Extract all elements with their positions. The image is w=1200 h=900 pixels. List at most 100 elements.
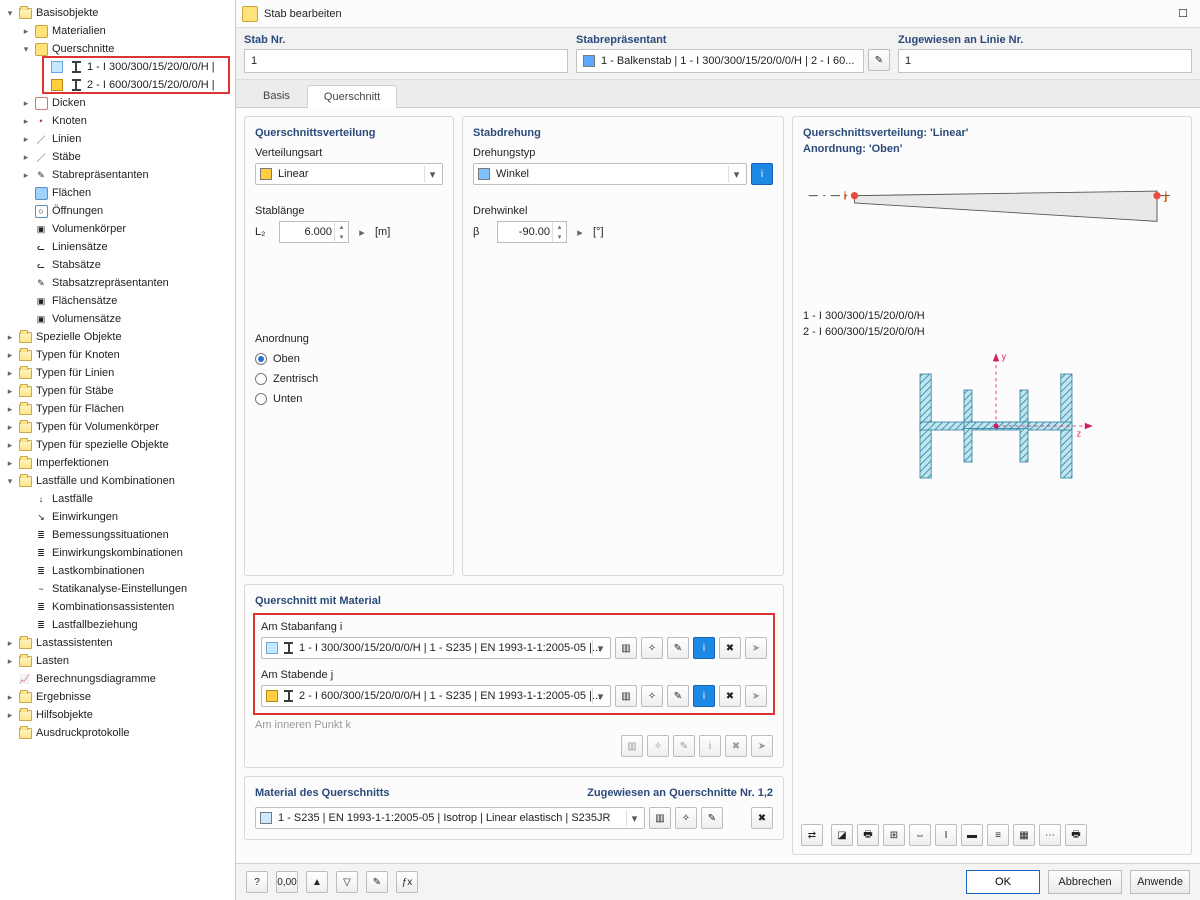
library-button[interactable]: ▥ bbox=[615, 637, 637, 659]
tree-oeffnungen[interactable]: ○Öffnungen bbox=[2, 202, 235, 220]
tree-hilfsobjekte[interactable]: ▸Hilfsobjekte bbox=[2, 706, 235, 724]
tree-lastkomb[interactable]: ≣Lastkombinationen bbox=[2, 562, 235, 580]
library-button[interactable]: ▥ bbox=[649, 807, 671, 829]
library-button[interactable]: ▥ bbox=[615, 685, 637, 707]
tree-typen-staebe[interactable]: ▸Typen für Stäbe bbox=[2, 382, 235, 400]
angle-spinner[interactable]: -90.00 ▴▾ bbox=[497, 221, 567, 243]
tree-lastfallbez[interactable]: ≣Lastfallbeziehung bbox=[2, 616, 235, 634]
view-axes-button[interactable]: ⊞ bbox=[883, 824, 905, 846]
tree-volumenkoerper[interactable]: ▣Volumenkörper bbox=[2, 220, 235, 238]
tree-typen-knoten[interactable]: ▸Typen für Knoten bbox=[2, 346, 235, 364]
new-material-button[interactable]: ✧ bbox=[675, 807, 697, 829]
tree-materialien[interactable]: ▸ Materialien bbox=[2, 22, 235, 40]
info-button[interactable]: i bbox=[693, 685, 715, 707]
edit-section-button[interactable]: ✎ bbox=[667, 637, 689, 659]
repr-input[interactable]: 1 - Balkenstab | 1 - I 300/300/15/20/0/0… bbox=[576, 49, 864, 73]
radio-unten[interactable]: Unten bbox=[255, 389, 443, 409]
tree-flaechensaetze[interactable]: ▣Flächensätze bbox=[2, 292, 235, 310]
tree-einwirkungskomb[interactable]: ≣Einwirkungskombinationen bbox=[2, 544, 235, 562]
view-wire-button[interactable]: ≡ bbox=[987, 824, 1009, 846]
edit-repr-button[interactable]: ✎ bbox=[868, 49, 890, 71]
rot-type-combo[interactable]: Winkel ▾ bbox=[473, 163, 747, 185]
tree-typen-volumen[interactable]: ▸Typen für Volumenkörper bbox=[2, 418, 235, 436]
new-section-button[interactable]: ✧ bbox=[641, 685, 663, 707]
tree-liniensaetze[interactable]: ᓚLiniensätze bbox=[2, 238, 235, 256]
tree-volumensaetze[interactable]: ▣Volumensätze bbox=[2, 310, 235, 328]
view-dim-button[interactable]: ⇔ bbox=[909, 824, 931, 846]
tree-bemessungssit[interactable]: ≣Bemessungssituationen bbox=[2, 526, 235, 544]
copy-button[interactable]: ✎ bbox=[366, 871, 388, 893]
tree-typen-spezielle[interactable]: ▸Typen für spezielle Objekte bbox=[2, 436, 235, 454]
assign-input[interactable]: 1 bbox=[898, 49, 1192, 73]
units-button[interactable]: 0,00 bbox=[276, 871, 298, 893]
window-titlebar: Stab bearbeiten ☐ bbox=[236, 0, 1200, 28]
tree-xs-1[interactable]: 1 - I 300/300/15/20/0/0/H | bbox=[2, 58, 235, 76]
view-isec-button[interactable]: I bbox=[935, 824, 957, 846]
maximize-icon[interactable]: ☐ bbox=[1172, 4, 1194, 24]
dist-type-combo[interactable]: Linear ▾ bbox=[255, 163, 443, 185]
cancel-button[interactable]: Abbrechen bbox=[1048, 870, 1122, 894]
svg-text:j: j bbox=[1163, 190, 1167, 202]
step-arrow-icon[interactable]: ▸ bbox=[355, 221, 369, 243]
tree-lastfaelle[interactable]: ↓Lastfälle bbox=[2, 490, 235, 508]
tree-einwirkungen[interactable]: ↘Einwirkungen bbox=[2, 508, 235, 526]
step-arrow-icon[interactable]: ▸ bbox=[573, 221, 587, 243]
member-length-button[interactable]: ▲ bbox=[306, 871, 328, 893]
apply-button[interactable]: Anwende bbox=[1130, 870, 1190, 894]
tree-dicken[interactable]: ▸Dicken bbox=[2, 94, 235, 112]
view-print2-button[interactable]: 🖶 bbox=[1065, 824, 1087, 846]
tree-flaechen[interactable]: Flächen bbox=[2, 184, 235, 202]
tree-knoten[interactable]: ▸•Knoten bbox=[2, 112, 235, 130]
view-print-button[interactable]: 🖶 bbox=[857, 824, 879, 846]
tree-lastfaelle-komb[interactable]: ▾Lastfälle und Kombinationen bbox=[2, 472, 235, 490]
tree-label: Lastfälle bbox=[52, 493, 93, 505]
tree-lastassist[interactable]: ▸Lastassistenten bbox=[2, 634, 235, 652]
tree-lasten[interactable]: ▸Lasten bbox=[2, 652, 235, 670]
support-button[interactable]: ▽ bbox=[336, 871, 358, 893]
view-more-button[interactable]: ⋯ bbox=[1039, 824, 1061, 846]
delete-button[interactable]: ✖ bbox=[751, 807, 773, 829]
delete-button[interactable]: ✖ bbox=[719, 637, 741, 659]
view-solid-button[interactable]: ▬ bbox=[961, 824, 983, 846]
preview-title-line1: Querschnittsverteilung: 'Linear' bbox=[803, 127, 1181, 139]
tree-kombassist[interactable]: ≣Kombinationsassistenten bbox=[2, 598, 235, 616]
new-section-button[interactable]: ✧ bbox=[641, 637, 663, 659]
tree-stabsatzrepr[interactable]: ✎Stabsatzrepräsentanten bbox=[2, 274, 235, 292]
tree-querschnitte[interactable]: ▾ Querschnitte bbox=[2, 40, 235, 58]
material-combo[interactable]: 1 - S235 | EN 1993-1-1:2005-05 | Isotrop… bbox=[255, 807, 645, 829]
help-button[interactable]: ? bbox=[246, 871, 268, 893]
tree-typen-flaechen[interactable]: ▸Typen für Flächen bbox=[2, 400, 235, 418]
tab-basis[interactable]: Basis bbox=[246, 84, 307, 107]
ok-button[interactable]: OK bbox=[966, 870, 1040, 894]
tree-ausdruckprot[interactable]: Ausdruckprotokolle bbox=[2, 724, 235, 742]
stab-nr-input[interactable]: 1 bbox=[244, 49, 568, 73]
edit-section-button[interactable]: ✎ bbox=[667, 685, 689, 707]
tree-imperfektionen[interactable]: ▸Imperfektionen bbox=[2, 454, 235, 472]
tree-xs-2[interactable]: 2 - I 600/300/15/20/0/0/H | bbox=[2, 76, 235, 94]
tree-ergebnisse[interactable]: ▸Ergebnisse bbox=[2, 688, 235, 706]
view-iso-button[interactable]: ◪ bbox=[831, 824, 853, 846]
info-button[interactable]: i bbox=[751, 163, 773, 185]
tab-querschnitt[interactable]: Querschnitt bbox=[307, 85, 397, 108]
tree-linien[interactable]: ▸／Linien bbox=[2, 130, 235, 148]
delete-button[interactable]: ✖ bbox=[719, 685, 741, 707]
tree-stabsaetze[interactable]: ᓚStabsätze bbox=[2, 256, 235, 274]
qmat-j-combo[interactable]: 2 - I 600/300/15/20/0/0/H | 1 - S235 | E… bbox=[261, 685, 611, 707]
tree-staebe[interactable]: ▸／Stäbe bbox=[2, 148, 235, 166]
radio-oben[interactable]: Oben bbox=[255, 349, 443, 369]
tree-spezielle-objekte[interactable]: ▸Spezielle Objekte bbox=[2, 328, 235, 346]
show-values-button[interactable]: ⇄ bbox=[801, 824, 823, 846]
radio-zentrisch[interactable]: Zentrisch bbox=[255, 369, 443, 389]
edit-material-button[interactable]: ✎ bbox=[701, 807, 723, 829]
info-button[interactable]: i bbox=[693, 637, 715, 659]
navigator-tree[interactable]: ▾ Basisobjekte ▸ Materialien ▾ Querschni… bbox=[0, 0, 236, 900]
script-button[interactable]: ƒx bbox=[396, 871, 418, 893]
qmat-i-combo[interactable]: 1 - I 300/300/15/20/0/0/H | 1 - S235 | E… bbox=[261, 637, 611, 659]
tree-stabrepraesentanten[interactable]: ▸✎Stabrepräsentanten bbox=[2, 166, 235, 184]
tree-berechnungsdiag[interactable]: 📈Berechnungsdiagramme bbox=[2, 670, 235, 688]
length-spinner[interactable]: 6.000 ▴▾ bbox=[279, 221, 349, 243]
tree-statikanalyse[interactable]: ~Statikanalyse-Einstellungen bbox=[2, 580, 235, 598]
tree-basisobjekte[interactable]: ▾ Basisobjekte bbox=[2, 4, 235, 22]
view-grid-button[interactable]: ▦ bbox=[1013, 824, 1035, 846]
tree-typen-linien[interactable]: ▸Typen für Linien bbox=[2, 364, 235, 382]
